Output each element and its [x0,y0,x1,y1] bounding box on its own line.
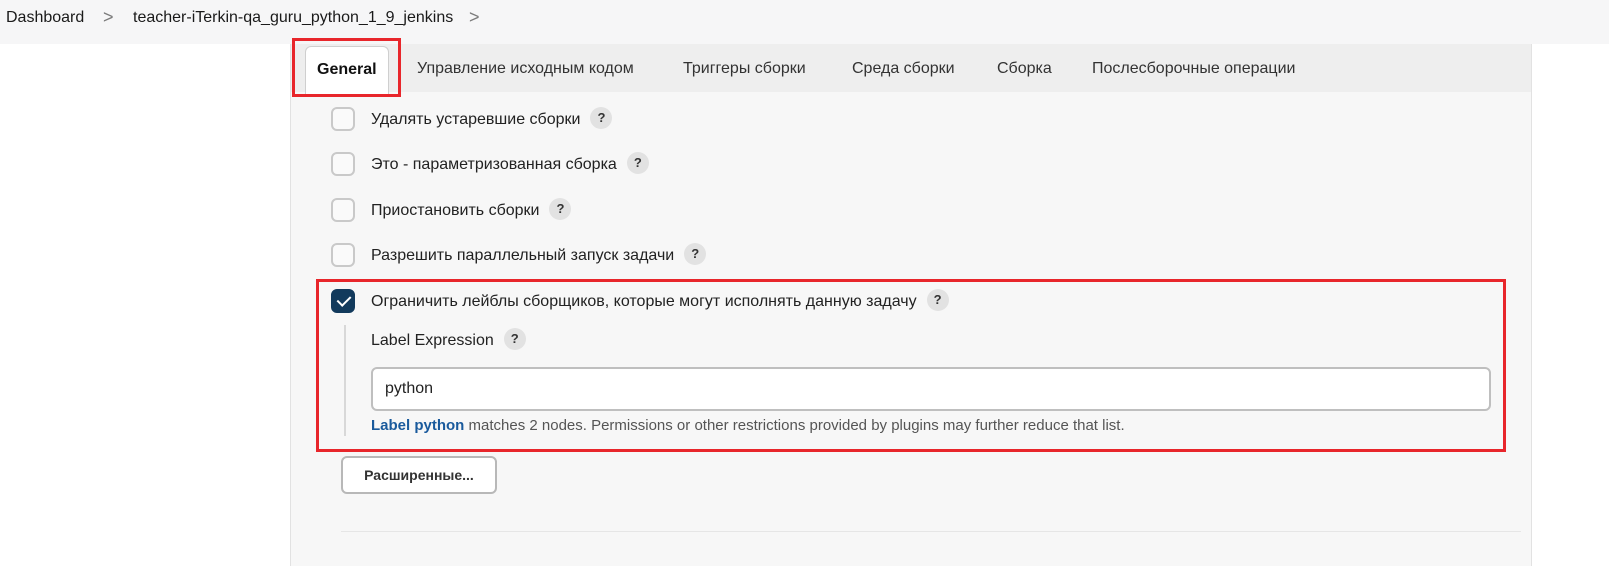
disable-builds-checkbox[interactable] [331,198,355,222]
option-label: Это - параметризованная сборка [371,156,617,174]
help-icon[interactable]: ? [926,289,949,311]
advanced-button[interactable]: Расширенные... [341,456,497,494]
option-label: Разрешить параллельный запуск задачи [371,247,675,265]
checkmark-icon [336,292,352,307]
discard-old-builds-checkbox[interactable] [331,107,355,131]
label-expression-label: Label Expression [371,332,494,350]
help-icon[interactable]: ? [590,107,613,129]
tab-scm[interactable]: Управление исходным кодом [417,44,634,92]
label-python-link[interactable]: Label python [371,417,464,434]
tab-bar: General Управление исходным кодом Тригге… [291,44,1531,94]
help-icon[interactable]: ? [503,328,526,350]
tab-build-environment[interactable]: Среда сборки [852,44,955,92]
parameterized-build-checkbox[interactable] [331,152,355,176]
help-icon[interactable]: ? [549,198,572,220]
help-icon[interactable]: ? [684,243,707,265]
breadcrumb: Dashboard > teacher-iTerkin-qa_guru_pyth… [0,0,1609,44]
tab-build-triggers[interactable]: Триггеры сборки [683,44,806,92]
tab-post-build[interactable]: Послесборочные операции [1092,44,1295,92]
help-icon[interactable]: ? [626,152,649,174]
section-divider [341,531,1521,532]
breadcrumb-job[interactable]: teacher-iTerkin-qa_guru_python_1_9_jenki… [133,9,453,27]
validation-message: Label python matches 2 nodes. Permission… [371,417,1125,434]
restrict-label-checkbox[interactable] [331,289,355,313]
tab-build[interactable]: Сборка [997,44,1052,92]
tab-general[interactable]: General [305,46,389,94]
label-expression-input[interactable] [371,367,1491,411]
nested-indent-line [344,325,346,436]
breadcrumb-dashboard[interactable]: Dashboard [6,9,84,27]
concurrent-builds-checkbox[interactable] [331,243,355,267]
validation-text: matches 2 nodes. Permissions or other re… [464,417,1125,434]
chevron-right-icon: > [103,7,114,27]
option-label: Ограничить лейблы сборщиков, которые мог… [371,293,917,311]
option-label: Удалять устаревшие сборки [371,111,581,129]
option-label: Приостановить сборки [371,202,540,220]
chevron-right-icon[interactable]: > [469,7,480,28]
config-panel: General Управление исходным кодом Тригге… [290,44,1532,566]
